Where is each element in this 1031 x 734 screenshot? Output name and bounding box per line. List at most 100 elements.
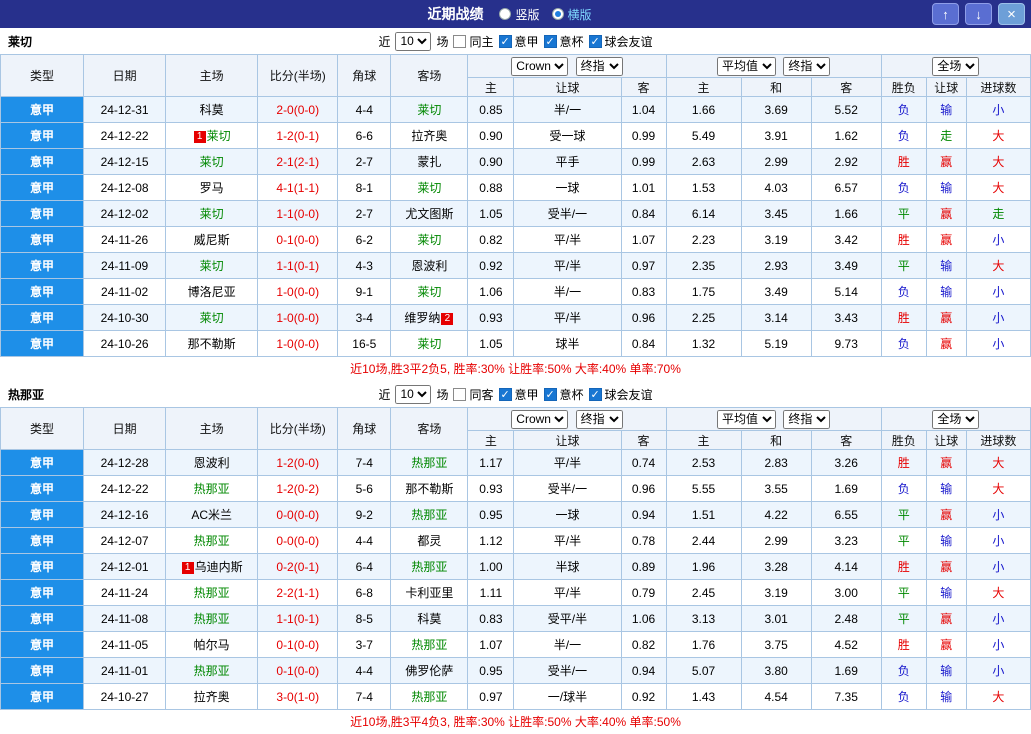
- result-goals-cell: 小: [965, 631, 1031, 658]
- radio-horizontal-layout[interactable]: 横版: [551, 6, 592, 23]
- away-team-cell[interactable]: 那不勒斯: [390, 475, 469, 502]
- home-team-cell[interactable]: 1 莱切: [165, 122, 259, 149]
- away-team-cell[interactable]: 热那亚: [390, 449, 469, 476]
- home-team-cell[interactable]: 拉齐奥: [165, 683, 259, 710]
- europe-stage-select[interactable]: 终指: [783, 409, 831, 429]
- result-winloss-cell: 胜: [880, 148, 927, 175]
- europe-stage-select[interactable]: 终指: [783, 56, 831, 76]
- result-handicap-cell: 输: [925, 475, 967, 502]
- close-button[interactable]: ×: [998, 3, 1025, 25]
- home-team-name: 莱切: [199, 207, 224, 221]
- away-team-cell[interactable]: 佛罗伦萨: [390, 657, 469, 684]
- same-away-checkbox[interactable]: 同客: [453, 386, 494, 403]
- match-count-select[interactable]: 10: [395, 384, 432, 404]
- home-team-cell[interactable]: 热那亚: [165, 657, 259, 684]
- euro-away-odds: 4.14: [810, 553, 882, 580]
- match-row: 意甲 24-12-08 罗马 4-1(1-1) 8-1 莱切 0.88 一球 1…: [0, 174, 1031, 201]
- bookmaker-select[interactable]: Crown: [511, 56, 569, 76]
- average-select[interactable]: 平均值: [716, 56, 776, 76]
- away-team-cell[interactable]: 尤文图斯: [390, 200, 469, 227]
- result-handicap-cell: 赢: [925, 501, 967, 528]
- home-team-cell[interactable]: AC米兰: [165, 501, 259, 528]
- match-row: 意甲 24-12-22 1 莱切 1-2(0-1) 6-6 拉齐奥 0.90 受一…: [0, 122, 1031, 149]
- euro-draw-odds: 5.19: [740, 330, 812, 357]
- away-team-cell[interactable]: 维罗纳 2: [390, 304, 469, 331]
- scope-select[interactable]: 全场: [932, 56, 980, 76]
- handicap-line: 受平/半: [513, 605, 622, 632]
- away-team-name: 维罗纳: [404, 311, 441, 325]
- home-team-cell[interactable]: 莱切: [165, 200, 259, 227]
- away-team-cell[interactable]: 莱切: [390, 174, 469, 201]
- handicap-home-odds: 0.93: [467, 304, 515, 331]
- date-cell: 24-12-01: [83, 553, 167, 580]
- home-team-cell[interactable]: 热那亚: [165, 605, 259, 632]
- home-team-cell[interactable]: 莱切: [165, 252, 259, 279]
- date-cell: 24-10-27: [83, 683, 167, 710]
- home-team-cell[interactable]: 莱切: [165, 148, 259, 175]
- filter-bar: 热那亚 近 10 场 同客 意甲 意杯 球会友谊: [0, 381, 1031, 407]
- scope-select[interactable]: 全场: [932, 409, 980, 429]
- league-checkbox-club-friendly[interactable]: 球会友谊: [588, 386, 653, 403]
- away-team-cell[interactable]: 莱切: [390, 226, 469, 253]
- home-team-cell[interactable]: 热那亚: [165, 527, 259, 554]
- away-team-cell[interactable]: 莱切: [390, 278, 469, 305]
- handicap-home-odds: 1.06: [467, 278, 515, 305]
- score-cell: 1-2(0-2): [257, 475, 339, 502]
- result-goals-cell: 大: [965, 683, 1031, 710]
- handicap-home-odds: 1.00: [467, 553, 515, 580]
- result-goals-cell: 大: [965, 174, 1031, 201]
- bookmaker-select[interactable]: Crown: [511, 409, 569, 429]
- result-goals-cell: 小: [965, 278, 1031, 305]
- red-card-badge: 1: [193, 131, 206, 143]
- home-team-cell[interactable]: 热那亚: [165, 475, 259, 502]
- away-team-cell[interactable]: 恩波利: [390, 252, 469, 279]
- home-team-cell[interactable]: 博洛尼亚: [165, 278, 259, 305]
- league-checkbox-club-friendly[interactable]: 球会友谊: [588, 33, 653, 50]
- same-home-checkbox[interactable]: 同主: [453, 33, 494, 50]
- home-team-cell[interactable]: 罗马: [165, 174, 259, 201]
- handicap-away-odds: 0.74: [620, 449, 667, 476]
- away-team-cell[interactable]: 卡利亚里: [390, 579, 469, 606]
- away-team-cell[interactable]: 热那亚: [390, 553, 469, 580]
- radio-vertical-layout[interactable]: 竖版: [499, 6, 540, 23]
- home-team-cell[interactable]: 威尼斯: [165, 226, 259, 253]
- away-team-cell[interactable]: 蒙扎: [390, 148, 469, 175]
- home-team-cell[interactable]: 帕尔马: [165, 631, 259, 658]
- league-checkbox-coppa-italia[interactable]: 意杯: [543, 386, 584, 403]
- away-team-cell[interactable]: 拉齐奥: [390, 122, 469, 149]
- euro-draw-odds: 4.03: [740, 174, 812, 201]
- handicap-stage-select[interactable]: 终指: [575, 409, 623, 429]
- col-header-eu-home: 主: [665, 430, 742, 450]
- match-row: 意甲 24-12-01 1 乌迪内斯 0-2(0-1) 6-4 热那亚 1.00 …: [0, 553, 1031, 580]
- home-team-cell[interactable]: 科莫: [165, 96, 259, 123]
- away-team-cell[interactable]: 热那亚: [390, 631, 469, 658]
- league-checkbox-serie-a[interactable]: 意甲: [498, 386, 539, 403]
- away-team-cell[interactable]: 热那亚: [390, 683, 469, 710]
- away-team-cell[interactable]: 科莫: [390, 605, 469, 632]
- handicap-stage-select[interactable]: 终指: [575, 56, 623, 76]
- corner-cell: 9-1: [337, 278, 392, 305]
- away-team-cell[interactable]: 莱切: [390, 96, 469, 123]
- home-team-cell[interactable]: 莱切: [165, 304, 259, 331]
- average-select[interactable]: 平均值: [716, 409, 776, 429]
- match-count-select[interactable]: 10: [395, 31, 432, 51]
- result-winloss-cell: 胜: [880, 449, 927, 476]
- result-winloss-cell: 负: [880, 122, 927, 149]
- home-team-cell[interactable]: 热那亚: [165, 579, 259, 606]
- home-team-cell[interactable]: 恩波利: [165, 449, 259, 476]
- move-down-button[interactable]: ↓: [965, 3, 992, 25]
- away-team-cell[interactable]: 热那亚: [390, 501, 469, 528]
- score-cell: 0-0(0-0): [257, 501, 339, 528]
- result-winloss-cell: 平: [880, 501, 927, 528]
- home-team-cell[interactable]: 1 乌迪内斯: [165, 553, 259, 580]
- away-team-cell[interactable]: 都灵: [390, 527, 469, 554]
- away-team-cell[interactable]: 莱切: [390, 330, 469, 357]
- home-team-cell[interactable]: 那不勒斯: [165, 330, 259, 357]
- handicap-line: 半/一: [513, 96, 622, 123]
- move-up-button[interactable]: ↑: [932, 3, 959, 25]
- league-checkbox-serie-a[interactable]: 意甲: [498, 33, 539, 50]
- match-row: 意甲 24-11-05 帕尔马 0-1(0-0) 3-7 热那亚 1.07 半/…: [0, 631, 1031, 658]
- away-team-name: 莱切: [417, 181, 442, 195]
- league-checkbox-coppa-italia[interactable]: 意杯: [543, 33, 584, 50]
- stats-summary: 近10场,胜3平4负3, 胜率:30% 让胜率:50% 大率:40% 单率:50…: [0, 710, 1031, 734]
